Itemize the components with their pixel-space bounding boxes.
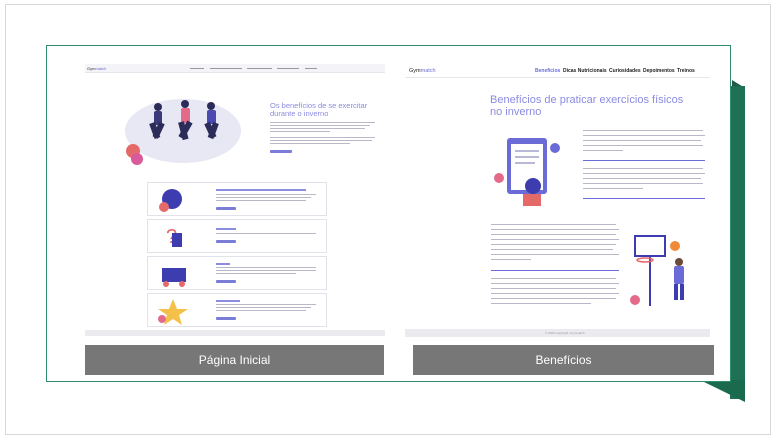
basketball-illustration — [630, 235, 684, 306]
nav-dicas-nutricionais[interactable]: Dicas Nutricionais — [563, 68, 607, 74]
runners-illustration — [125, 99, 241, 165]
caption-home[interactable]: Página Inicial — [85, 345, 384, 375]
nav-curiosidades[interactable]: Curiosidades — [609, 68, 641, 74]
benefits-logo: Gymmatch — [409, 68, 436, 74]
home-logo: Gymmatch — [87, 66, 107, 71]
home-footer — [85, 330, 385, 336]
home-heading: Os benefícios de se exercitar durante o … — [270, 101, 368, 118]
card-illustration-icon — [159, 189, 182, 212]
benefits-footer: © 2023 Copyright: Gymmatch — [405, 329, 710, 337]
home-page-screenshot[interactable]: Gymmatch Os benefícios de se exercitar d… — [85, 64, 385, 344]
ribbon-side — [730, 86, 745, 399]
benefits-page-screenshot[interactable]: Gymmatch Benefícios Dicas Nutricionais C… — [405, 64, 710, 344]
clipboard-illustration — [494, 138, 560, 206]
nav-treinos[interactable]: Treinos — [677, 68, 695, 74]
home-card-1[interactable] — [147, 182, 327, 216]
caption-benefits[interactable]: Benefícios — [413, 345, 714, 375]
nav-beneficios[interactable]: Benefícios — [535, 68, 560, 74]
home-navbar: Gymmatch — [85, 64, 385, 73]
card-illustration-icon: ? — [166, 226, 182, 248]
star-icon — [158, 299, 188, 325]
home-read-more-button[interactable] — [270, 150, 292, 153]
home-card-2[interactable]: ? — [147, 219, 327, 253]
home-card-4[interactable] — [147, 293, 327, 327]
home-card-3[interactable] — [147, 256, 327, 290]
card-illustration-icon — [162, 268, 186, 287]
nav-depoimentos[interactable]: Depoimentos — [643, 68, 675, 74]
benefits-heading: Benefícios de praticar exercícios físico… — [490, 94, 684, 118]
benefits-navbar: Gymmatch Benefícios Dicas Nutricionais C… — [405, 64, 710, 78]
